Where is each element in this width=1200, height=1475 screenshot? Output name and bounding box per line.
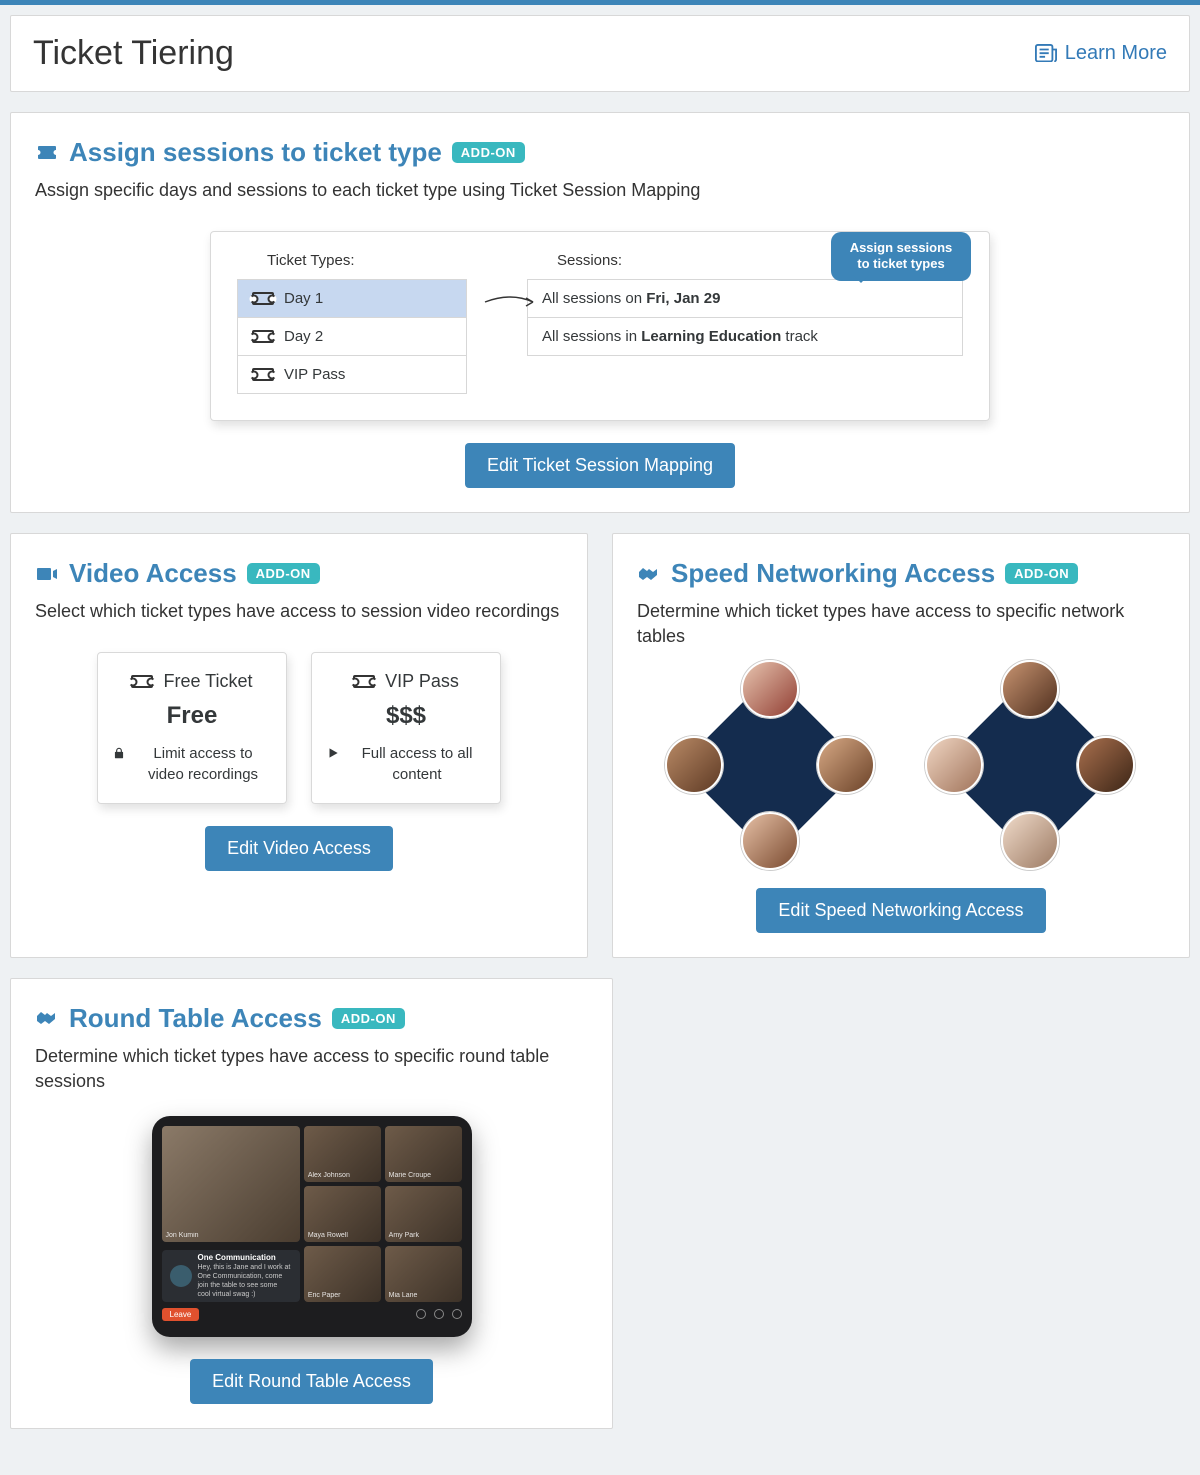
ticket-icon [252, 368, 274, 381]
section-heading: Round Table Access [69, 1003, 322, 1034]
learn-more-label: Learn More [1065, 42, 1167, 65]
video-icon [35, 562, 59, 586]
control-dot [452, 1309, 462, 1319]
ticket-icon [131, 675, 153, 688]
control-dot [416, 1309, 426, 1319]
panel-assign-sessions: Assign sessions to ticket type ADD-ON As… [10, 112, 1190, 513]
video-tile: Alex Johnson [304, 1126, 381, 1182]
addon-badge: ADD-ON [332, 1008, 405, 1029]
company-chip [170, 1265, 192, 1287]
tip-bubble: Assign sessions to ticket types [831, 232, 971, 281]
addon-badge: ADD-ON [247, 563, 320, 584]
ticket-note: Full access to all content [348, 744, 486, 785]
avatar [925, 736, 983, 794]
ticket-icon [353, 675, 375, 688]
session-text: All sessions on Fri, Jan 29 [542, 290, 720, 307]
ticket-icon [35, 141, 59, 165]
session-text: All sessions in Learning Education track [542, 328, 818, 345]
session-footer: One Communication Hey, this is Jane and … [162, 1250, 300, 1302]
avatar [741, 812, 799, 870]
avatar [1001, 812, 1059, 870]
column-header: Ticket Types: [267, 252, 467, 269]
section-heading: Video Access [69, 558, 237, 589]
addon-badge: ADD-ON [452, 142, 525, 163]
ticket-type-row: Day 2 [237, 318, 467, 356]
page-header: Ticket Tiering Learn More [10, 15, 1190, 92]
ticket-type-row: VIP Pass [237, 356, 467, 394]
ticket-icon [252, 330, 274, 343]
section-description: Assign specific days and sessions to eac… [35, 178, 1165, 203]
page-title: Ticket Tiering [33, 34, 234, 73]
edit-speed-networking-button[interactable]: Edit Speed Networking Access [756, 888, 1045, 933]
ticket-name: VIP Pass [385, 671, 459, 692]
lock-icon [112, 746, 126, 760]
ticket-type-row: Day 1 [237, 279, 467, 318]
ticket-type-label: Day 1 [284, 290, 323, 307]
avatar [1077, 736, 1135, 794]
panel-video-access: Video Access ADD-ON Select which ticket … [10, 533, 588, 957]
addon-badge: ADD-ON [1005, 563, 1078, 584]
networking-table [931, 666, 1131, 866]
round-table-illustration: Jon Kumin Alex Johnson Marie Croupe Maya… [152, 1116, 472, 1337]
section-description: Determine which ticket types have access… [637, 599, 1165, 649]
session-footer-text: One Communication Hey, this is Jane and … [198, 1253, 292, 1300]
session-row: All sessions in Learning Education track [527, 318, 963, 356]
panel-speed-networking: Speed Networking Access ADD-ON Determine… [612, 533, 1190, 957]
session-mapping-illustration: Assign sessions to ticket types Ticket T… [210, 231, 990, 421]
ticket-price: Free [112, 702, 272, 730]
avatar [1001, 660, 1059, 718]
arrow-icon [483, 294, 539, 310]
video-tile: Jon Kumin [162, 1126, 300, 1242]
control-dot [434, 1309, 444, 1319]
section-heading: Assign sessions to ticket type [69, 137, 442, 168]
session-row: All sessions on Fri, Jan 29 [527, 279, 963, 318]
section-title: Video Access ADD-ON [35, 558, 563, 589]
panel-round-table: Round Table Access ADD-ON Determine whic… [10, 978, 613, 1429]
ticket-type-label: Day 2 [284, 328, 323, 345]
ticket-price: $$$ [326, 702, 486, 730]
section-description: Determine which ticket types have access… [35, 1044, 588, 1094]
ticket-note: Limit access to video recordings [134, 744, 272, 785]
ticket-card: VIP Pass $$$ Full access to all content [311, 652, 501, 804]
accent-bar [0, 0, 1200, 5]
handshake-icon [35, 1006, 59, 1030]
play-icon [326, 746, 340, 760]
ticket-icon [252, 292, 274, 305]
avatar [817, 736, 875, 794]
section-title: Round Table Access ADD-ON [35, 1003, 588, 1034]
spacer [637, 978, 1190, 1429]
video-tile: Marie Croupe [385, 1126, 462, 1182]
section-description: Select which ticket types have access to… [35, 599, 563, 624]
video-tile: Amy Park [385, 1186, 462, 1242]
video-tile: Mia Lane [385, 1246, 462, 1302]
ticket-types-column: Ticket Types: Day 1 Day 2 VIP Pass [237, 252, 467, 394]
video-tile: Maya Rowell [304, 1186, 381, 1242]
networking-table [671, 666, 871, 866]
leave-button: Leave [162, 1308, 200, 1321]
avatar [741, 660, 799, 718]
ticket-card: Free Ticket Free Limit access to video r… [97, 652, 287, 804]
learn-more-link[interactable]: Learn More [1035, 42, 1167, 65]
section-heading: Speed Networking Access [671, 558, 995, 589]
edit-video-access-button[interactable]: Edit Video Access [205, 826, 393, 871]
section-title: Assign sessions to ticket type ADD-ON [35, 137, 1165, 168]
networking-tables-illustration [637, 666, 1165, 866]
ticket-cards: Free Ticket Free Limit access to video r… [35, 652, 563, 804]
edit-session-mapping-button[interactable]: Edit Ticket Session Mapping [465, 443, 735, 488]
handshake-icon [637, 562, 661, 586]
ticket-name: Free Ticket [163, 671, 252, 692]
avatar [665, 736, 723, 794]
edit-round-table-button[interactable]: Edit Round Table Access [190, 1359, 433, 1404]
newspaper-icon [1035, 44, 1057, 64]
section-title: Speed Networking Access ADD-ON [637, 558, 1165, 589]
video-controls: Leave [162, 1308, 462, 1321]
ticket-type-label: VIP Pass [284, 366, 345, 383]
video-tile: Eric Paper [304, 1246, 381, 1302]
